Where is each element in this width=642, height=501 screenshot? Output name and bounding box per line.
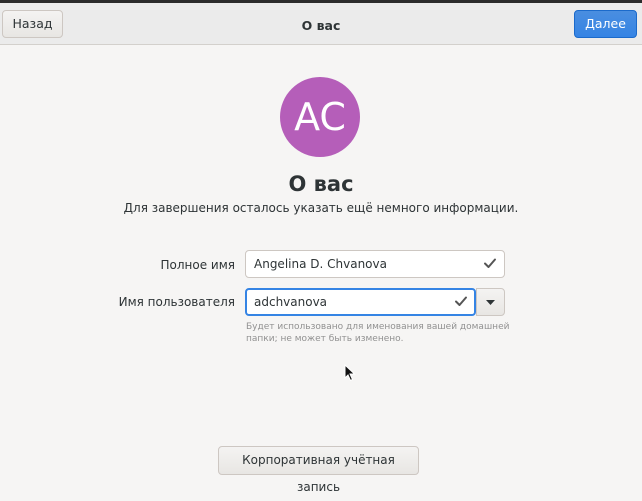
page-title: О вас xyxy=(288,172,354,196)
avatar[interactable]: AC xyxy=(280,77,360,157)
page-subtitle: Для завершения осталось указать ещё немн… xyxy=(123,201,519,215)
username-label: Имя пользователя xyxy=(118,295,235,309)
full-name-label: Полное имя xyxy=(160,258,236,272)
enterprise-account-button[interactable]: Корпоративная учётная запись xyxy=(218,446,419,494)
check-icon xyxy=(484,258,496,268)
username-field[interactable]: adchvanova xyxy=(245,288,476,316)
header-title: О вас xyxy=(301,18,341,33)
username-value: adchvanova xyxy=(254,295,328,309)
check-icon xyxy=(455,296,467,306)
full-name-field[interactable]: Angelina D. Chvanova xyxy=(245,250,505,278)
full-name-value: Angelina D. Chvanova xyxy=(254,257,387,271)
username-dropdown-button[interactable] xyxy=(476,288,505,316)
header-bar: Назад О вас Далее xyxy=(0,3,642,45)
mouse-cursor-icon xyxy=(344,364,356,382)
next-button[interactable]: Далее xyxy=(574,10,637,38)
username-hint: Будет использовано для именования вашей … xyxy=(246,322,510,344)
chevron-down-icon xyxy=(486,300,495,305)
